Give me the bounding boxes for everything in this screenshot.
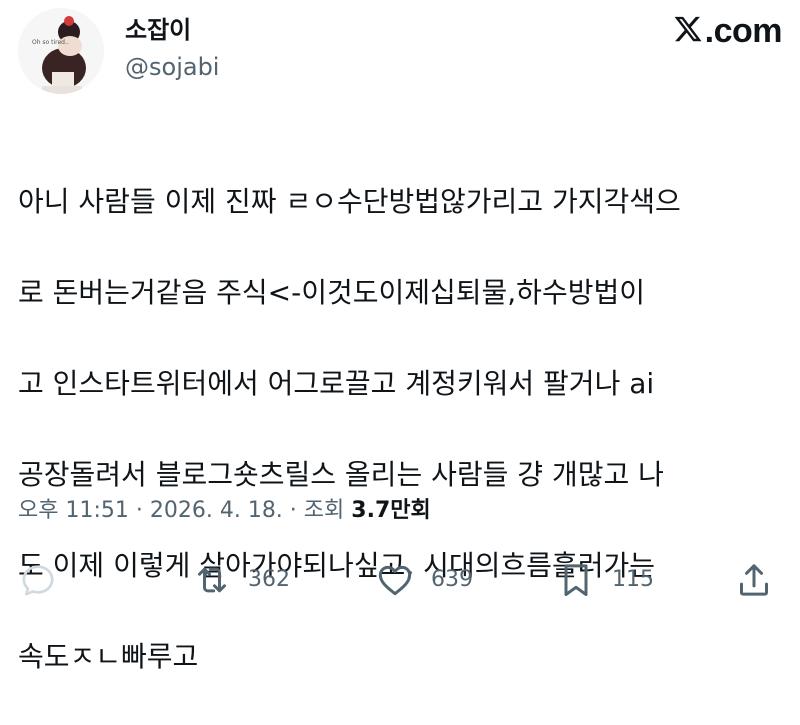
avatar-text: Oh so tired.. (32, 39, 69, 46)
tweet-line: 속도ㅈㄴ빠루고 (18, 639, 199, 673)
avatar[interactable]: Oh so tired.. (18, 8, 104, 94)
views-count: 3.7 (351, 498, 391, 523)
reply-button[interactable] (18, 558, 74, 602)
share-button[interactable] (734, 558, 790, 602)
tweet-line: 고 인스타트위터에서 어그로끌고 계정키워서 팔거나 ai (18, 366, 655, 400)
tweet-line: 공장돌려서 블로그숏츠릴스 올리는 사람들 걍 개많고 나 (18, 457, 664, 491)
tweet-text: 아니 사람들 이제 진짜 ㄹㅇ수단방법않가리고 가지각색으 로 돈버는거같음 주… (18, 133, 788, 725)
bookmark-button[interactable]: 115 (556, 558, 654, 602)
x-logo-icon (673, 14, 703, 48)
meta-separator: · (128, 498, 150, 523)
tweet-meta: 오후 11:51 · 2026. 4. 18. · 조회 3.7만회 (18, 494, 431, 528)
tweet-line: 아니 사람들 이제 진짜 ㄹㅇ수단방법않가리고 가지각색으 (18, 184, 681, 218)
views-label: 조회 (303, 498, 352, 523)
tweet-line: 로 돈버는거같음 주식<-이것도이제십퇴물,하수방법이 (18, 275, 645, 309)
author-handle[interactable]: @sojabi (125, 52, 219, 82)
retweet-button[interactable]: 362 (192, 558, 290, 602)
author-display-name[interactable]: 소잡이 (125, 14, 191, 46)
brand-text: .com (704, 12, 783, 50)
retweet-count: 362 (248, 567, 290, 592)
brand-logo: .com (673, 10, 783, 52)
bookmark-count: 115 (612, 567, 654, 592)
tweet-date[interactable]: 2026. 4. 18. (150, 498, 283, 523)
tweet-time[interactable]: 오후 11:51 (18, 498, 129, 523)
views-unit: 만회 (390, 498, 431, 523)
heart-icon (375, 560, 415, 600)
tweet-header: Oh so tired.. 소잡이 @sojabi .com (18, 8, 788, 94)
share-icon (734, 560, 774, 600)
like-count: 639 (431, 567, 473, 592)
retweet-icon (192, 560, 232, 600)
reply-icon (18, 560, 58, 600)
action-bar: 362 639 115 (0, 558, 800, 602)
bookmark-icon (556, 560, 596, 600)
like-button[interactable]: 639 (375, 558, 473, 602)
meta-separator: · (282, 498, 304, 523)
avatar-image: Oh so tired.. (18, 8, 104, 94)
